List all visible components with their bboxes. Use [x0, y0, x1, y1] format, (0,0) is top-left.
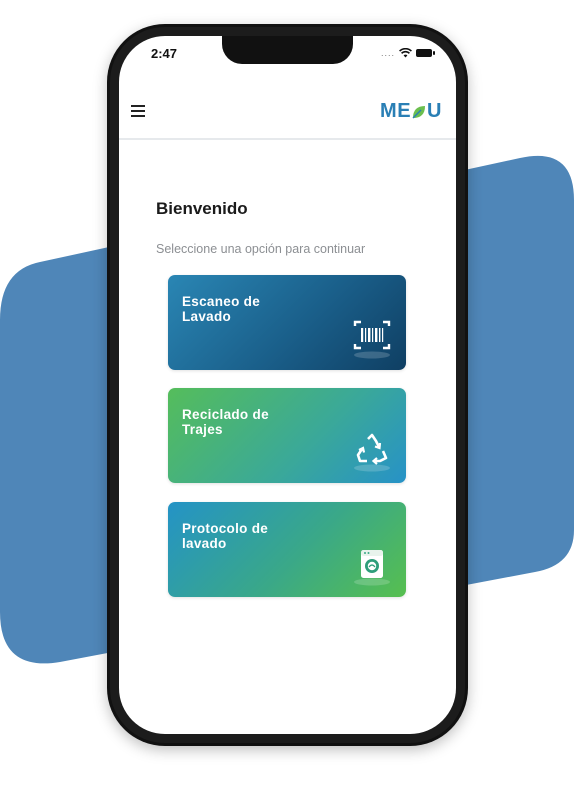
mockup-stage: 2:47 .... ME U Bienvenido Seleccione una…: [0, 0, 574, 786]
signal-icon: ....: [380, 48, 395, 58]
phone-frame: 2:47 .... ME U Bienvenido Seleccione una…: [107, 24, 468, 746]
option-label: Protocolo de lavado: [182, 521, 269, 551]
status-icons: ....: [380, 48, 435, 58]
battery-icon: [416, 49, 435, 57]
app-bar: ME U: [119, 88, 456, 140]
logo-text-right: U: [427, 100, 442, 122]
medu-logo: ME U: [380, 100, 442, 123]
phone-notch: [222, 36, 353, 64]
page-subtitle: Seleccione una opción para continuar: [156, 242, 366, 256]
option-label: Reciclado de Trajes: [182, 407, 269, 437]
logo-text-left: ME: [380, 100, 412, 122]
page-title: Bienvenido: [156, 199, 248, 218]
status-time: 2:47: [151, 46, 178, 61]
hamburger-menu-icon[interactable]: [131, 105, 145, 117]
leaf-logo-icon: [412, 105, 426, 118]
recycle-icon: [354, 433, 390, 472]
option-card-protocolo-lavado[interactable]: Protocolo de lavado: [168, 502, 406, 597]
option-label: Escaneo de Lavado: [182, 294, 261, 324]
option-card-reciclado-trajes[interactable]: Reciclado de Trajes: [168, 388, 406, 483]
phone-screen: 2:47 .... ME U Bienvenido Seleccione una…: [119, 36, 456, 734]
barcode-scan-icon: [353, 320, 391, 359]
wifi-icon: [399, 48, 412, 58]
washing-machine-icon: [354, 550, 390, 586]
option-card-escaneo-lavado[interactable]: Escaneo de Lavado: [168, 275, 406, 370]
